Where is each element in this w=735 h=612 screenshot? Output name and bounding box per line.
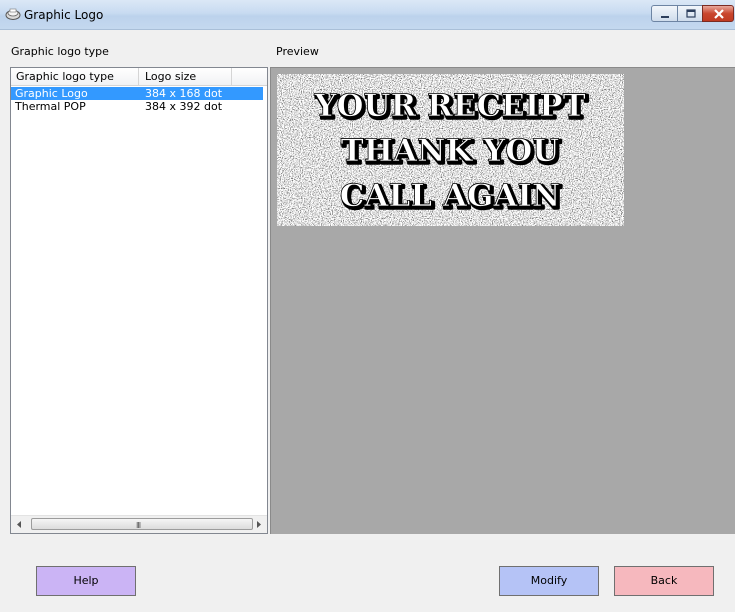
maximize-icon	[686, 9, 696, 18]
column-header-size[interactable]: Logo size	[145, 70, 196, 83]
printer-icon	[5, 7, 21, 21]
title-bar[interactable]: Graphic Logo	[0, 0, 735, 30]
modify-button[interactable]: Modify	[499, 566, 599, 596]
scroll-left-button[interactable]	[11, 516, 28, 533]
logo-type-cell: Thermal POP	[15, 100, 86, 113]
arrow-right-icon	[257, 521, 261, 528]
logo-type-cell: Graphic Logo	[15, 87, 88, 100]
logo-size-cell: 384 x 392 dot	[145, 100, 223, 113]
logo-line: THANK YOU	[341, 133, 560, 169]
column-divider[interactable]	[138, 68, 139, 85]
back-button[interactable]: Back	[614, 566, 714, 596]
logo-line: YOUR RECEIPT	[313, 88, 585, 124]
graphic-logo-window: Graphic Logo Graphic logo type Preview G…	[0, 0, 735, 612]
help-button[interactable]: Help	[36, 566, 136, 596]
logo-type-label: Graphic logo type	[11, 45, 109, 58]
maximize-button[interactable]	[677, 5, 703, 22]
close-button[interactable]	[702, 5, 734, 22]
list-item[interactable]: Thermal POP 384 x 392 dot	[11, 100, 263, 113]
arrow-left-icon	[17, 521, 21, 528]
scrollbar-thumb[interactable]: III	[31, 518, 253, 530]
receipt-logo-image: YOUR RECEIPT THANK YOU CALL AGAIN YOUR R…	[277, 74, 624, 226]
scroll-right-button[interactable]	[250, 516, 267, 533]
horizontal-scrollbar[interactable]: III	[11, 515, 267, 533]
preview-pane: YOUR RECEIPT THANK YOU CALL AGAIN YOUR R…	[270, 67, 735, 534]
preview-label: Preview	[276, 45, 319, 58]
logo-size-cell: 384 x 168 dot	[145, 87, 223, 100]
logo-line: CALL AGAIN	[340, 178, 561, 214]
logo-list[interactable]: Graphic logo type Logo size Graphic Logo…	[10, 67, 268, 534]
window-title: Graphic Logo	[24, 8, 104, 22]
column-header-type[interactable]: Graphic logo type	[16, 70, 114, 83]
scrollbar-grip: III	[136, 521, 141, 530]
list-header: Graphic logo type Logo size	[11, 68, 267, 86]
list-item[interactable]: Graphic Logo 384 x 168 dot	[11, 87, 263, 100]
minimize-button[interactable]	[651, 5, 678, 22]
close-icon	[714, 9, 724, 19]
minimize-icon	[661, 16, 669, 18]
column-divider[interactable]	[231, 68, 232, 85]
